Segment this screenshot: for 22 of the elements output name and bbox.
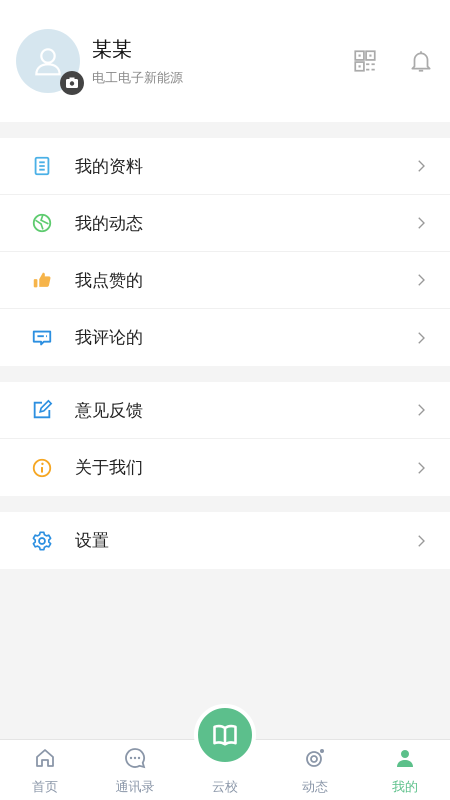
menu-label: 意见反馈 — [75, 400, 144, 422]
menu-label: 我的资料 — [75, 156, 144, 178]
home-icon — [33, 746, 57, 770]
camera-icon — [60, 71, 84, 95]
chat-icon — [123, 746, 147, 770]
qr-code-icon — [352, 48, 378, 74]
menu-item[interactable]: 我的动态 — [0, 195, 450, 252]
menu-item[interactable]: 我的资料 — [0, 138, 450, 195]
user-subtitle: 电工电子新能源 — [92, 70, 184, 86]
orbit-icon — [303, 746, 327, 770]
menu-label: 我的动态 — [75, 212, 144, 234]
menu-label: 我点赞的 — [75, 270, 144, 292]
menu-item[interactable]: 我评论的 — [0, 309, 450, 366]
menu-item[interactable]: 意见反馈 — [0, 382, 450, 439]
user-name: 某某 — [92, 36, 133, 62]
qr-code-button[interactable] — [352, 48, 378, 74]
menu-item[interactable]: 我点赞的 — [0, 252, 450, 309]
menu-item[interactable]: 关于我们 — [0, 439, 450, 496]
menu-label: 设置 — [75, 530, 110, 552]
menu-label: 关于我们 — [75, 457, 144, 479]
menu-label: 我评论的 — [75, 327, 144, 349]
menu-item[interactable]: 设置 — [0, 512, 450, 569]
